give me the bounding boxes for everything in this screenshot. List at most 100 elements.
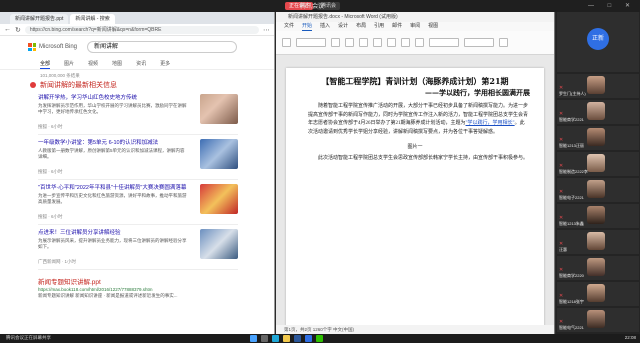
document-title: 【智能工程学院】青训计划（海豚养成计划）第21期: [321, 76, 509, 86]
microsoft-logo-icon: [28, 43, 36, 51]
participant-tile-self[interactable]: 正新: [557, 12, 639, 72]
screen: 正在讲述 腾讯会 — □ ✕ 新闻讲解开题报告.ppt 新闻讲解 - 搜索 ← …: [0, 0, 640, 343]
ribbon-tab-layout[interactable]: 布局: [356, 22, 366, 31]
address-bar[interactable]: https://cn.bing.com/search?q=新闻讲解&qs=n&f…: [24, 25, 259, 34]
participant-tile[interactable]: ✕ 智能1213汪丽: [557, 126, 639, 150]
ribbon-tabs: 文件 开始 插入 设计 布局 引用 邮件 审阅 视图: [276, 22, 554, 31]
bold-icon[interactable]: [345, 38, 354, 47]
ppt-result-link[interactable]: 新闻专题知识讲解.ppt: [0, 270, 274, 286]
participant-tile[interactable]: ✕ 汪惠: [557, 230, 639, 254]
participant-video: [587, 76, 605, 94]
taskbar-icons: [250, 335, 323, 342]
browser-tab-search[interactable]: 新闻讲解 - 搜索: [70, 14, 115, 24]
taskbar: 腾讯会议正在屏幕共享 22:08: [0, 334, 640, 343]
scope-images[interactable]: 图片: [64, 58, 74, 69]
align-left-icon[interactable]: [387, 38, 396, 47]
participant-tile[interactable]: ✕ 智能电气2221: [557, 308, 639, 332]
participant-video: [587, 310, 605, 328]
participant-tile[interactable]: ✕ 智能1213朱鑫: [557, 204, 639, 228]
news-item[interactable]: 一年级数学小讲堂：第5单元 6-10的认识和加减法 人教版第一册数学讲解，原创讲…: [38, 135, 238, 180]
browser-tab-strip: 新闻讲解开题报告.ppt 新闻讲解 - 搜索: [0, 12, 274, 24]
participant-tile[interactable]: ✕ 智能制造2222李: [557, 152, 639, 176]
window-controls[interactable]: — □ ✕: [588, 2, 636, 9]
news-item[interactable]: 点进来！三位讲解员分享讲解经验 为展示讲解员风采，提升讲解员业务能力，现将三位讲…: [38, 225, 238, 270]
participant-tile[interactable]: ✕ 智能电子2221: [557, 178, 639, 202]
scope-more[interactable]: 更多: [160, 58, 170, 69]
news-item-title[interactable]: 一年级数学小讲堂：第5单元 6-10的认识和加减法: [38, 135, 188, 146]
document-subtitle: ——学以践行，学用相长圆满开展: [425, 88, 530, 97]
avatar: 正新: [587, 28, 609, 50]
news-item-desc: 为展示讲解员风采，提升讲解员业务能力，现将三位讲解员的讲解经验分享如下。: [38, 238, 187, 249]
search-header: Microsoft Bing 新闻讲解: [0, 36, 274, 58]
news-section-title[interactable]: 新闻讲解的最新相关信息: [40, 80, 117, 90]
news-thumbnail[interactable]: [200, 139, 238, 169]
underline-icon[interactable]: [373, 38, 382, 47]
back-icon[interactable]: ←: [4, 26, 11, 33]
participant-name: 智能商学2221: [559, 117, 584, 122]
browser-window: 新闻讲解开题报告.ppt 新闻讲解 - 搜索 ← ↻ https://cn.bi…: [0, 12, 275, 334]
participant-tile[interactable]: ✕ 智能1218张宇: [557, 282, 639, 306]
search-icon[interactable]: [261, 335, 268, 342]
paste-icon[interactable]: [282, 38, 291, 47]
ribbon-tab-design[interactable]: 设计: [338, 22, 348, 31]
scope-news[interactable]: 资讯: [136, 58, 146, 69]
ribbon-tab-mailings[interactable]: 邮件: [392, 22, 402, 31]
styles-gallery-2[interactable]: [464, 38, 494, 47]
scope-all[interactable]: 全部: [40, 58, 51, 69]
font-name-select[interactable]: [296, 38, 326, 47]
ribbon-tab-insert[interactable]: 插入: [320, 22, 330, 31]
meeting-icon[interactable]: [305, 335, 312, 342]
news-item-source: 广西新闻网 · 1小时: [38, 259, 77, 264]
participants-panel: 正新 ✕ 罗生门(主持人) ✕ 智能商学2221 ✕ 智能1213汪丽 ✕ 智能…: [556, 12, 640, 334]
news-thumbnail[interactable]: [200, 94, 238, 124]
word-icon[interactable]: [294, 335, 301, 342]
font-size-select[interactable]: [331, 38, 340, 47]
news-item-title[interactable]: 讲解开学热，学习华山红色校史地方传统: [38, 90, 188, 101]
ribbon-tab-view[interactable]: 视图: [428, 22, 438, 31]
taskbar-clock[interactable]: 22:08: [625, 335, 636, 340]
news-item[interactable]: 讲解开学热，学习华山红色校史地方传统 为发挥讲解员示范作用，华山学校开展的学习讲…: [38, 90, 238, 135]
result-count: 101,000,000 条结果: [40, 73, 80, 78]
participant-name: 智能1213汪丽: [559, 143, 584, 148]
ribbon-tab-file[interactable]: 文件: [284, 22, 294, 31]
browser-tab-ppt[interactable]: 新闻讲解开题报告.ppt: [10, 14, 69, 24]
participant-tile[interactable]: ✕ 智能商学2221: [557, 100, 639, 124]
word-status-bar: 第1页，共2页 1260个字 中文(中国): [276, 325, 554, 334]
participant-name: 智能电子2221: [559, 195, 584, 200]
news-item-title[interactable]: "百世华·心平和"2022年平和县"十佳讲解员"大赛决赛圆满落幕: [38, 180, 188, 191]
refresh-icon[interactable]: ↻: [15, 26, 21, 34]
news-item-title[interactable]: 点进来！三位讲解员分享讲解经验: [38, 225, 188, 236]
align-center-icon[interactable]: [401, 38, 410, 47]
news-thumbnail[interactable]: [200, 229, 238, 259]
italic-icon[interactable]: [359, 38, 368, 47]
ribbon-tab-references[interactable]: 引用: [374, 22, 384, 31]
explorer-icon[interactable]: [283, 335, 290, 342]
edge-icon[interactable]: [272, 335, 279, 342]
ribbon-tab-home[interactable]: 开始: [302, 22, 313, 31]
ribbon-tab-review[interactable]: 审阅: [410, 22, 420, 31]
news-item-source: 搜狐 · 6小时: [38, 169, 63, 174]
wechat-icon[interactable]: [316, 335, 323, 342]
taskbar-share-text: 腾讯会议正在屏幕共享: [6, 335, 51, 340]
more-icon[interactable]: ⋯: [263, 26, 270, 34]
bing-logo[interactable]: Microsoft Bing: [28, 43, 77, 51]
word-window: 新闻讲解开题报告.docx - Microsoft Word (试用版) 文件 …: [276, 12, 555, 334]
participant-video: [587, 128, 605, 146]
styles-gallery[interactable]: [429, 38, 459, 47]
participant-name: 汪惠: [559, 247, 567, 252]
participant-name: 智能1218张宇: [559, 299, 584, 304]
bing-logo-text: Microsoft Bing: [39, 44, 78, 50]
scope-maps[interactable]: 地图: [112, 58, 122, 69]
news-item[interactable]: "百世华·心平和"2022年平和县"十佳讲解员"大赛决赛圆满落幕 为进一步宣传平…: [38, 180, 238, 225]
align-right-icon[interactable]: [415, 38, 424, 47]
document-page[interactable]: 【智能工程学院】青训计划（海豚养成计划）第21期 ——学以践行，学用相长圆满开展…: [286, 68, 544, 326]
find-icon[interactable]: [499, 38, 508, 47]
participant-tile[interactable]: ✕ 智能商学2220: [557, 256, 639, 280]
participant-video: [587, 284, 605, 302]
participant-tile[interactable]: ✕ 罗生门(主持人): [557, 74, 639, 98]
news-thumbnail[interactable]: [200, 184, 238, 214]
search-input[interactable]: 新闻讲解: [87, 41, 238, 53]
news-item-source: 搜狐 · 6小时: [38, 124, 63, 129]
windows-start-icon[interactable]: [250, 335, 257, 342]
scope-videos[interactable]: 视频: [88, 58, 98, 69]
